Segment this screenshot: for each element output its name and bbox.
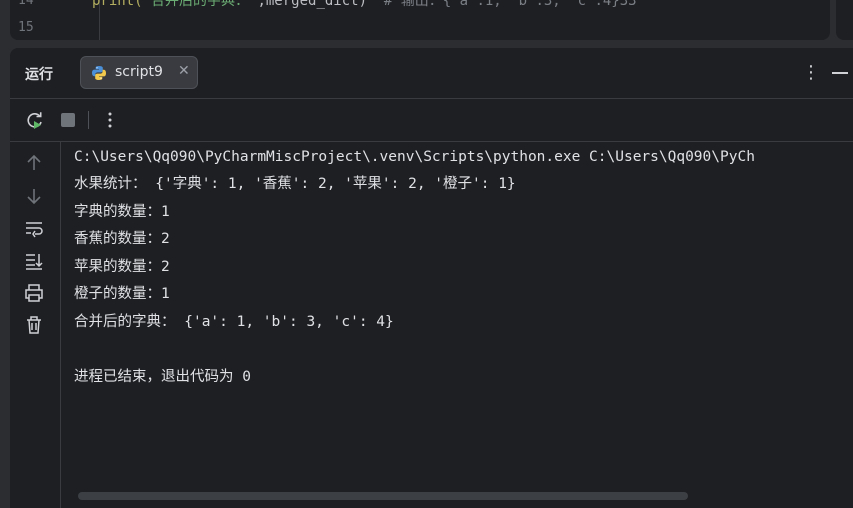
run-tab-bar: 运行 script9 ✕ ⋮ — [10, 48, 853, 99]
python-icon — [92, 66, 106, 80]
console-line: 进程已结束，退出代码为 0 — [74, 369, 251, 385]
more-options-icon[interactable]: ⋮ — [802, 62, 820, 83]
console-line: 合并后的字典： {'a': 1, 'b': 3, 'c': 4} — [74, 314, 394, 330]
soft-wrap-icon[interactable] — [23, 218, 45, 240]
console-line: C:\Users\Qq090\PyCharmMiscProject\.venv\… — [74, 149, 755, 165]
editor-line: 14 print('合并后的字典：',merged_dict) # 输出：{'a… — [10, 0, 830, 11]
close-icon[interactable]: ✕ — [178, 63, 190, 79]
more-options-icon[interactable] — [99, 109, 121, 131]
tab-script9[interactable]: script9 ✕ — [80, 56, 198, 89]
console-line: 香蕉的数量：2 — [74, 231, 170, 247]
toolbar-divider — [88, 111, 89, 129]
trash-icon[interactable] — [23, 314, 45, 336]
rerun-icon[interactable] — [24, 109, 46, 131]
console-line: 水果统计： {'字典': 1, '香蕉': 2, '苹果': 2, '橙子': … — [74, 176, 516, 192]
scroll-down-icon[interactable] — [23, 185, 45, 207]
scroll-to-end-icon[interactable] — [23, 250, 45, 272]
horizontal-scrollbar[interactable] — [78, 492, 688, 500]
editor-side-panel — [836, 0, 853, 40]
run-toolbar — [10, 99, 853, 142]
scroll-up-icon[interactable] — [23, 152, 45, 174]
line-number: 15 — [18, 20, 34, 35]
editor-line: 15 — [10, 18, 830, 38]
console-line: 橙子的数量：1 — [74, 286, 170, 302]
stop-icon[interactable] — [57, 109, 79, 131]
console-output[interactable]: C:\Users\Qq090\PyCharmMiscProject\.venv\… — [74, 148, 853, 508]
print-icon[interactable] — [23, 282, 45, 304]
console-line: 苹果的数量：2 — [74, 259, 170, 275]
run-tool-window: 运行 script9 ✕ ⋮ C:\Users\Qq090\PyCharmMis… — [10, 48, 853, 508]
code-text: print('合并后的字典：',merged_dict) # 输出：{'a':1… — [92, 0, 637, 9]
console-line: 字典的数量：1 — [74, 204, 170, 220]
console-side-toolbar — [10, 142, 61, 508]
minimize-icon[interactable] — [832, 72, 848, 74]
tab-label: script9 — [115, 64, 163, 80]
line-number: 14 — [18, 0, 34, 8]
run-panel-title: 运行 — [25, 67, 53, 83]
code-editor[interactable]: 14 print('合并后的字典：',merged_dict) # 输出：{'a… — [10, 0, 830, 40]
